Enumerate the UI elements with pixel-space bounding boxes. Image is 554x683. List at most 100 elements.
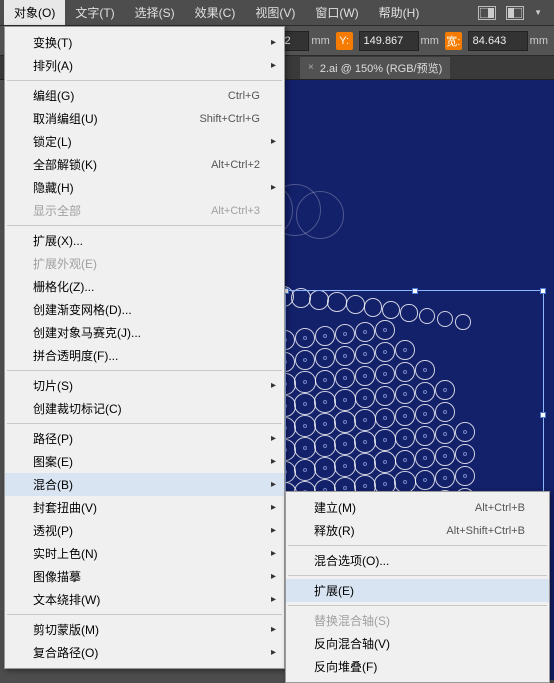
menu-item-S: 替换混合轴(S) bbox=[286, 609, 549, 632]
menu-item-E[interactable]: 图案(E) bbox=[5, 450, 284, 473]
menu-item-label: 扩展外观(E) bbox=[33, 255, 97, 272]
menu-item-label: 创建渐变网格(D)... bbox=[33, 301, 132, 318]
unit-label-2: mm bbox=[421, 35, 439, 47]
menu-separator bbox=[7, 423, 282, 424]
decoration-circle bbox=[296, 191, 344, 239]
menu-item-M[interactable]: 剪切蒙版(M) bbox=[5, 618, 284, 641]
menu-item-V[interactable]: 封套扭曲(V) bbox=[5, 496, 284, 519]
menu-item-label: 取消编组(U) bbox=[33, 110, 98, 127]
menu-item-label: 显示全部 bbox=[33, 202, 81, 219]
menu-item-F[interactable]: 拼合透明度(F)... bbox=[5, 344, 284, 367]
menu-item-G[interactable]: 编组(G)Ctrl+G bbox=[5, 84, 284, 107]
menu-item-label: 路径(P) bbox=[33, 430, 73, 447]
handle-mid-right[interactable] bbox=[540, 412, 546, 418]
menu-item-[interactable]: 图像描摹 bbox=[5, 565, 284, 588]
layout-icon-2[interactable] bbox=[506, 6, 524, 20]
menubar-right-icons: ▼ bbox=[478, 6, 550, 20]
menu-item-label: 文本绕排(W) bbox=[33, 591, 100, 608]
menu-shortcut: Shift+Ctrl+G bbox=[199, 113, 260, 125]
handle-top-mid[interactable] bbox=[412, 288, 418, 294]
blend-submenu: 建立(M)Alt+Ctrl+B 释放(R) Alt+Shift+Ctrl+B 混合选项… bbox=[285, 491, 550, 683]
menu-separator bbox=[7, 370, 282, 371]
menu-separator bbox=[288, 605, 547, 606]
menu-item-O[interactable]: 复合路径(O) bbox=[5, 641, 284, 664]
menu-item-R[interactable]: 释放(R) Alt+Shift+Ctrl+B bbox=[286, 519, 549, 542]
menu-item-label: 图像描摹 bbox=[33, 568, 81, 585]
unit-label-3: mm bbox=[530, 35, 548, 47]
menu-item-P[interactable]: 透视(P) bbox=[5, 519, 284, 542]
menu-shortcut: Alt+Ctrl+2 bbox=[211, 159, 260, 171]
menu-item-label: 封套扭曲(V) bbox=[33, 499, 97, 516]
menu-separator bbox=[7, 80, 282, 81]
menu-item-label: 栅格化(Z)... bbox=[33, 278, 94, 295]
menu-item-N[interactable]: 实时上色(N) bbox=[5, 542, 284, 565]
menu-help[interactable]: 帮助(H) bbox=[369, 0, 430, 25]
menu-item-F[interactable]: 反向堆叠(F) bbox=[286, 655, 549, 678]
menu-item-E: 扩展外观(E) bbox=[5, 252, 284, 275]
menu-item-H[interactable]: 隐藏(H) bbox=[5, 176, 284, 199]
menu-view[interactable]: 视图(V) bbox=[245, 0, 305, 25]
menu-item-V[interactable]: 反向混合轴(V) bbox=[286, 632, 549, 655]
menu-select[interactable]: 选择(S) bbox=[125, 0, 185, 25]
handle-top-left[interactable] bbox=[285, 288, 289, 294]
menu-shortcut: Alt+Shift+Ctrl+B bbox=[446, 525, 525, 537]
menu-item-L[interactable]: 锁定(L) bbox=[5, 130, 284, 153]
menu-item-label: 扩展(E) bbox=[314, 582, 354, 599]
menu-item-P[interactable]: 路径(P) bbox=[5, 427, 284, 450]
menu-item-D[interactable]: 创建渐变网格(D)... bbox=[5, 298, 284, 321]
menu-item-B[interactable]: 混合(B) bbox=[5, 473, 284, 496]
menu-item-label: 复合路径(O) bbox=[33, 644, 98, 661]
y-badge: Y: bbox=[336, 32, 353, 50]
menu-item-label: 混合选项(O)... bbox=[314, 552, 389, 569]
unit-label: mm bbox=[311, 35, 329, 47]
menu-effect[interactable]: 效果(C) bbox=[185, 0, 246, 25]
menu-separator bbox=[7, 225, 282, 226]
menu-item-label: 创建对象马赛克(J)... bbox=[33, 324, 141, 341]
menu-item-Z[interactable]: 栅格化(Z)... bbox=[5, 275, 284, 298]
menu-item-label: 混合(B) bbox=[33, 476, 73, 493]
menu-shortcut: Ctrl+G bbox=[228, 90, 260, 102]
object-menu-dropdown: 变换(T) 排列(A) 编组(G)Ctrl+G 取消编组(U) Shift+Ctrl+G… bbox=[4, 26, 285, 669]
menu-item-: 显示全部 Alt+Ctrl+3 bbox=[5, 199, 284, 222]
menu-item-J[interactable]: 创建对象马赛克(J)... bbox=[5, 321, 284, 344]
menu-item-label: 变换(T) bbox=[33, 34, 72, 51]
menu-item-X[interactable]: 扩展(X)... bbox=[5, 229, 284, 252]
menu-item-label: 排列(A) bbox=[33, 57, 73, 74]
main-menubar: 对象(O) 文字(T) 选择(S) 效果(C) 视图(V) 窗口(W) 帮助(H… bbox=[0, 0, 554, 26]
menu-item-label: 拼合透明度(F)... bbox=[33, 347, 118, 364]
menu-item-U[interactable]: 取消编组(U) Shift+Ctrl+G bbox=[5, 107, 284, 130]
menu-text[interactable]: 文字(T) bbox=[65, 0, 124, 25]
menu-item-label: 全部解锁(K) bbox=[33, 156, 97, 173]
menu-item-label: 切片(S) bbox=[33, 377, 73, 394]
menu-item-A[interactable]: 排列(A) bbox=[5, 54, 284, 77]
w-badge: 宽: bbox=[445, 32, 462, 50]
menu-shortcut: Alt+Ctrl+3 bbox=[211, 205, 260, 217]
handle-top-right[interactable] bbox=[540, 288, 546, 294]
menu-item-label: 锁定(L) bbox=[33, 133, 72, 150]
dropdown-arrow-icon: ▼ bbox=[534, 8, 542, 17]
layout-icon-1[interactable] bbox=[478, 6, 496, 20]
close-tab-icon[interactable]: × bbox=[308, 62, 314, 73]
menu-object[interactable]: 对象(O) bbox=[4, 0, 65, 25]
menu-item-label: 反向堆叠(F) bbox=[314, 658, 377, 675]
menu-separator bbox=[7, 614, 282, 615]
tab-title: 2.ai @ 150% (RGB/预览) bbox=[320, 60, 442, 76]
menu-window[interactable]: 窗口(W) bbox=[305, 0, 368, 25]
menu-item-label: 图案(E) bbox=[33, 453, 73, 470]
menu-item-T[interactable]: 变换(T) bbox=[5, 31, 284, 54]
menu-item-label: 释放(R) bbox=[314, 522, 355, 539]
menu-item-M[interactable]: 建立(M)Alt+Ctrl+B bbox=[286, 496, 549, 519]
menu-item-label: 隐藏(H) bbox=[33, 179, 74, 196]
document-tab[interactable]: × 2.ai @ 150% (RGB/预览) bbox=[300, 57, 450, 79]
menu-item-E[interactable]: 扩展(E) bbox=[286, 579, 549, 602]
menu-shortcut: Alt+Ctrl+B bbox=[475, 502, 525, 514]
menu-item-O[interactable]: 混合选项(O)... bbox=[286, 549, 549, 572]
menu-item-K[interactable]: 全部解锁(K) Alt+Ctrl+2 bbox=[5, 153, 284, 176]
menu-item-label: 反向混合轴(V) bbox=[314, 635, 390, 652]
menu-item-S[interactable]: 切片(S) bbox=[5, 374, 284, 397]
menu-item-label: 创建裁切标记(C) bbox=[33, 400, 122, 417]
y-field[interactable] bbox=[359, 31, 419, 51]
w-field[interactable] bbox=[468, 31, 528, 51]
menu-item-W[interactable]: 文本绕排(W) bbox=[5, 588, 284, 611]
menu-item-C[interactable]: 创建裁切标记(C) bbox=[5, 397, 284, 420]
